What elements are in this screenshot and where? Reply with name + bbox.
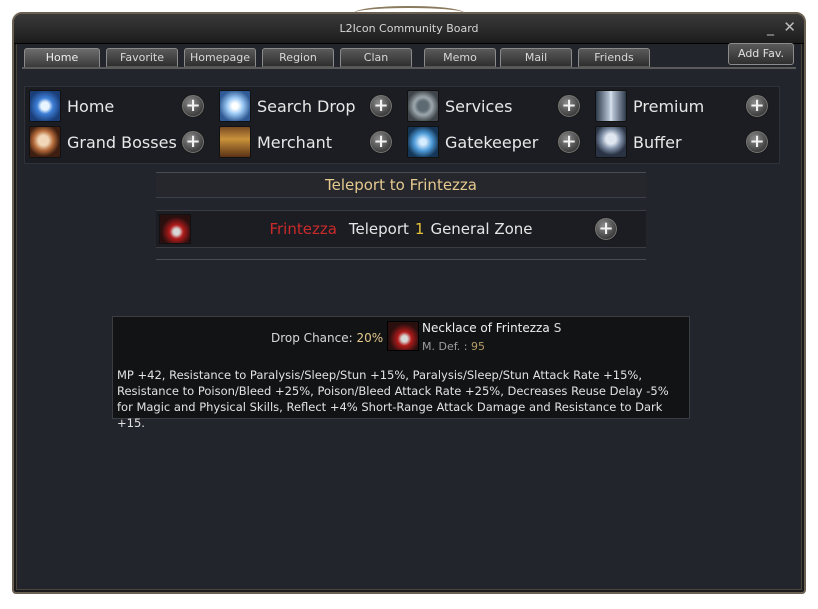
add-premium-button[interactable]: + [745,94,769,118]
minimize-button[interactable]: _ [767,21,774,35]
menu-item-label: Buffer [633,133,682,152]
drop-info-panel: Drop Chance: 20% Necklace of Frintezza S … [112,316,690,430]
title-ornament [354,6,464,20]
premium-icon [595,90,627,122]
teleport-zone: General Zone [430,220,533,238]
add-grand-bosses-button[interactable]: + [181,130,205,154]
item-description-line: Resistance to Poison/Bleed +25%, Poison/… [117,384,669,398]
teleport-text: Frintezza Teleport 1 General Zone [156,220,646,238]
tab-region[interactable]: Region [262,48,334,67]
add-favorite-button[interactable]: Add Fav. [728,43,794,65]
menu-item-services[interactable]: Services + [405,89,591,125]
tab-divider [22,67,796,69]
menu-item-grand-bosses[interactable]: Grand Bosses + [27,125,213,161]
main-menu: Home + Search Drop + Services + Premium … [24,86,780,164]
tab-mail[interactable]: Mail [500,48,572,67]
item-stat-value: 95 [471,340,485,353]
item-name-text: Necklace of Frintezza [422,321,550,335]
item-icon [387,321,419,351]
divider [156,259,646,260]
item-grade: S [553,321,562,335]
menu-item-label: Gatekeeper [445,133,539,152]
add-gatekeeper-button[interactable]: + [557,130,581,154]
teleport-header: Teleport to Frintezza [156,173,646,198]
search-drop-icon [219,90,251,122]
item-stat-label: M. Def. : [422,340,468,353]
menu-item-label: Services [445,97,513,116]
menu-item-label: Home [67,97,115,116]
teleport-row[interactable]: Frintezza Teleport 1 General Zone + [156,210,646,248]
add-home-button[interactable]: + [181,94,205,118]
menu-item-label: Merchant [257,133,333,152]
tab-memo[interactable]: Memo [424,48,496,67]
item-name: Necklace of Frintezza S [422,321,561,335]
tab-clan[interactable]: Clan [340,48,412,67]
tab-friends[interactable]: Friends [578,48,650,67]
tab-homepage[interactable]: Homepage [184,48,256,67]
item-description-line: MP +42, Resistance to Paralysis/Sleep/St… [117,368,642,382]
menu-item-home[interactable]: Home + [27,89,213,125]
add-services-button[interactable]: + [557,94,581,118]
add-search-drop-button[interactable]: + [369,94,393,118]
teleport-action: Teleport [348,220,409,238]
tab-favorite[interactable]: Favorite [106,48,178,67]
drop-chance-label: Drop Chance: [271,331,353,345]
merchant-icon [219,126,251,158]
boss-name: Frintezza [269,220,337,238]
community-board-window: L2Icon Community Board _ ✕ Home Favorite… [12,6,806,594]
menu-item-buffer[interactable]: Buffer + [593,125,779,161]
menu-item-premium[interactable]: Premium + [593,89,779,125]
gatekeeper-icon [407,126,439,158]
tab-home[interactable]: Home [24,48,100,68]
menu-item-gatekeeper[interactable]: Gatekeeper + [405,125,591,161]
item-description-line: for Magic and Physical Skills, Reflect +… [117,400,663,430]
teleport-button[interactable]: + [594,217,618,241]
item-description: MP +42, Resistance to Paralysis/Sleep/St… [117,367,687,431]
drop-chance: Drop Chance: 20% [271,331,383,345]
title-bar[interactable]: L2Icon Community Board _ ✕ [14,6,804,44]
grand-bosses-icon [29,126,61,158]
menu-item-merchant[interactable]: Merchant + [217,125,403,161]
menu-item-label: Premium [633,97,705,116]
add-buffer-button[interactable]: + [745,130,769,154]
home-icon [29,90,61,122]
buffer-icon [595,126,627,158]
teleport-count: 1 [414,220,425,238]
menu-item-label: Search Drop [257,97,356,116]
services-icon [407,90,439,122]
drop-chance-value: 20% [356,331,384,345]
item-stat: M. Def. : 95 [422,340,485,353]
menu-item-search-drop[interactable]: Search Drop + [217,89,403,125]
add-merchant-button[interactable]: + [369,130,393,154]
window-title: L2Icon Community Board [339,22,479,35]
close-button[interactable]: ✕ [783,20,796,35]
menu-item-label: Grand Bosses [67,133,177,152]
